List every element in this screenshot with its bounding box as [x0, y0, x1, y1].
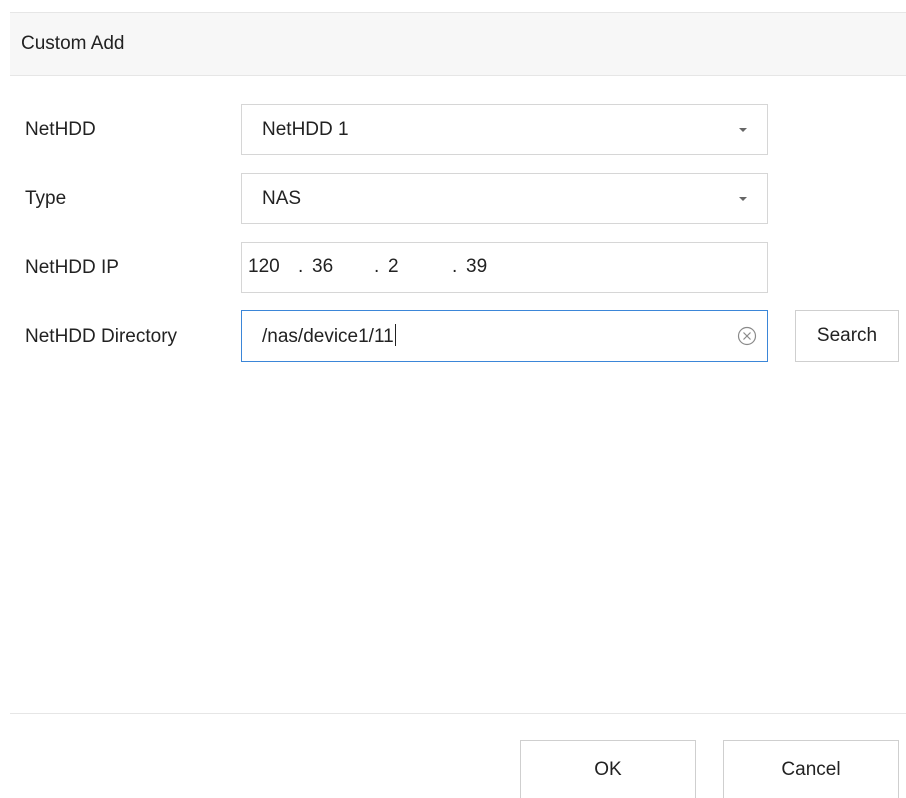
- text-cursor: [394, 324, 396, 346]
- ip-octet-3[interactable]: 2: [388, 256, 399, 278]
- search-button[interactable]: Search: [795, 310, 899, 362]
- chevron-down-icon[interactable]: [719, 174, 767, 223]
- dialog-header: Custom Add: [10, 12, 906, 76]
- custom-add-dialog: Custom Add NetHDD NetHDD 1 Type NAS NetH…: [0, 0, 906, 798]
- type-label: Type: [25, 188, 67, 209]
- nethdd-ip-field[interactable]: 120 . 36 . 2 . 39: [241, 242, 768, 293]
- type-select-value: NAS: [262, 187, 302, 209]
- ip-separator: .: [298, 256, 304, 277]
- nethdd-select[interactable]: NetHDD 1: [241, 104, 768, 155]
- ip-octet-1[interactable]: 120: [248, 256, 280, 278]
- chevron-down-icon[interactable]: [719, 105, 767, 154]
- dialog-title: Custom Add: [21, 33, 125, 54]
- cancel-button[interactable]: Cancel: [723, 740, 899, 798]
- type-select[interactable]: NAS: [241, 173, 768, 224]
- ip-octet-2[interactable]: 36: [312, 256, 333, 278]
- nethdd-directory-label: NetHDD Directory: [25, 326, 178, 347]
- footer-divider: [10, 713, 906, 714]
- clear-icon[interactable]: [727, 311, 767, 361]
- nethdd-label: NetHDD: [25, 119, 96, 140]
- ip-separator: .: [452, 256, 458, 277]
- ip-octet-4[interactable]: 39: [466, 256, 487, 278]
- nethdd-directory-value: /nas/device1/11: [262, 326, 394, 347]
- nethdd-ip-label: NetHDD IP: [25, 257, 119, 278]
- nethdd-directory-input[interactable]: /nas/device1/11: [241, 310, 768, 362]
- ok-button[interactable]: OK: [520, 740, 696, 798]
- nethdd-select-value: NetHDD 1: [262, 118, 349, 140]
- ip-separator: .: [374, 256, 380, 277]
